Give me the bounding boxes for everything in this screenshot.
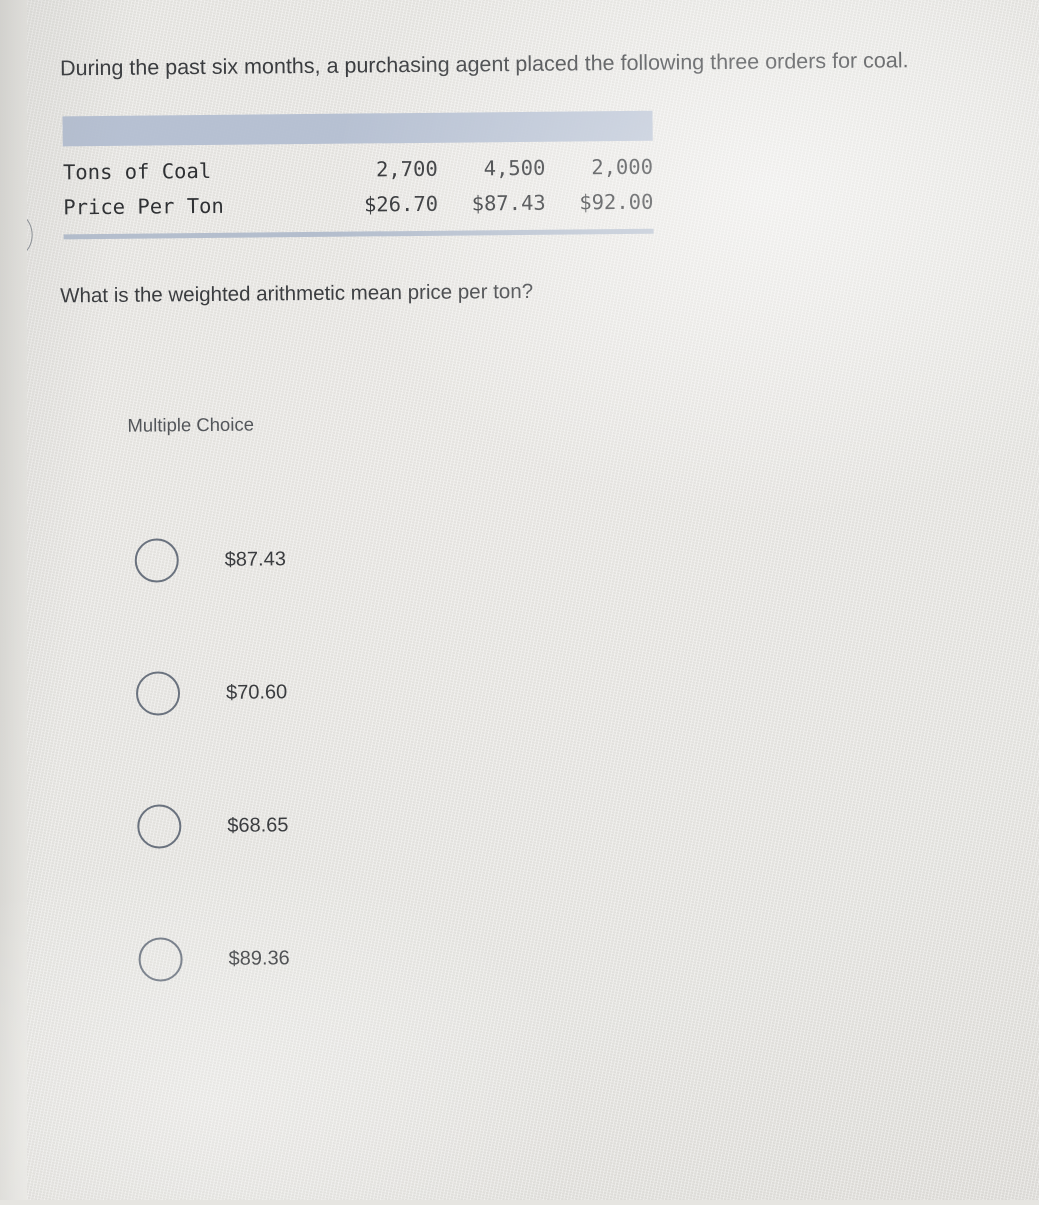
table-row: Price Per Ton $26.70 $87.43 $92.00 xyxy=(63,185,653,226)
tons-order-1: 2,700 xyxy=(375,156,438,182)
table-bottom-rule xyxy=(63,228,654,240)
price-order-3: $92.00 xyxy=(579,189,654,215)
table-body: Tons of Coal 2,700 4,500 2,000 Price Per… xyxy=(63,141,654,226)
row-label-tons: Tons of Coal xyxy=(62,158,212,185)
radio-button-icon[interactable] xyxy=(134,538,179,583)
question-content: 37 During the past six months, a purchas… xyxy=(0,0,1039,1205)
answer-option-2[interactable]: $70.60 xyxy=(135,664,656,719)
table-header-bar xyxy=(62,110,653,147)
question-number-badge: 37 xyxy=(0,208,33,262)
answer-option-3[interactable]: $68.65 xyxy=(137,797,657,852)
table-row: Tons of Coal 2,700 4,500 2,000 xyxy=(63,150,653,191)
question-stem: During the past six months, a purchasing… xyxy=(59,48,909,81)
radio-button-icon[interactable] xyxy=(137,804,182,849)
price-order-1: $26.70 xyxy=(363,191,439,217)
tons-order-2: 4,500 xyxy=(483,155,546,181)
answer-option-1[interactable]: $87.43 xyxy=(134,531,655,586)
radio-button-icon[interactable] xyxy=(135,671,181,716)
answer-type-label: Multiple Choice xyxy=(127,413,255,436)
radio-button-icon[interactable] xyxy=(138,937,183,982)
tons-order-3: 2,000 xyxy=(591,154,654,180)
answer-option-label: $68.65 xyxy=(227,813,289,837)
price-order-2: $87.43 xyxy=(471,190,546,216)
answer-option-label: $70.60 xyxy=(225,680,288,704)
answer-option-label: $89.36 xyxy=(228,946,290,970)
answer-options-list: $87.43 $70.60 $68.65 $89.36 xyxy=(134,531,660,1068)
coal-orders-table: Tons of Coal 2,700 4,500 2,000 Price Per… xyxy=(62,110,654,240)
row-label-price: Price Per Ton xyxy=(63,193,224,220)
answer-option-4[interactable]: $89.36 xyxy=(138,930,658,985)
sub-question-text: What is the weighted arithmetic mean pri… xyxy=(60,279,534,308)
answer-option-label: $87.43 xyxy=(224,547,287,571)
